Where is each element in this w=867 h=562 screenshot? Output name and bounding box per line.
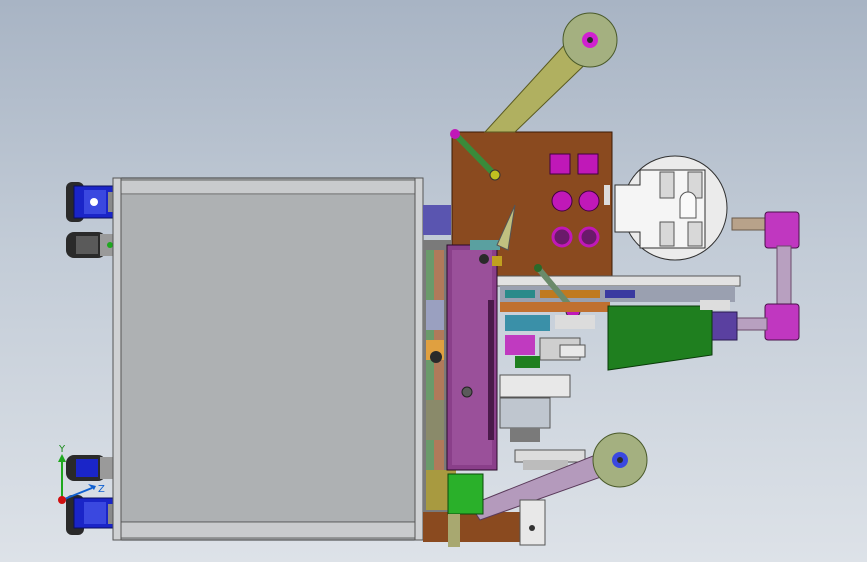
- caster-top-lower: [66, 232, 116, 258]
- sealing-jaw-panel[interactable]: [446, 204, 516, 471]
- caster-bottom-upper: [66, 455, 116, 481]
- caster-bottom-lower: [66, 495, 120, 535]
- main-housing[interactable]: [112, 177, 424, 541]
- cad-viewport[interactable]: Y Z: [0, 0, 867, 562]
- triad-z-label: Z: [98, 484, 105, 495]
- discharge-chute[interactable]: [607, 300, 730, 371]
- film-reel-icon[interactable]: [562, 12, 618, 68]
- film-reel-icon-lower[interactable]: [592, 432, 648, 488]
- forming-collar[interactable]: [614, 155, 728, 261]
- triad-y-label: Y: [58, 444, 66, 455]
- caster-top-upper: [66, 182, 120, 222]
